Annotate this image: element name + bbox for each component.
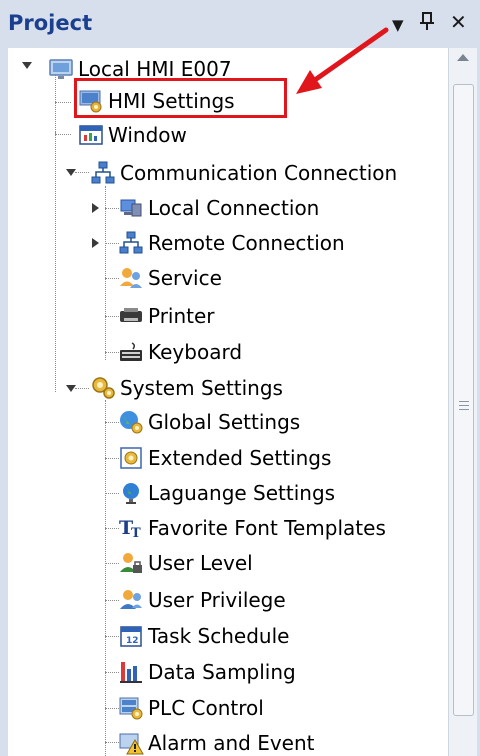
tree-node-label: Printer: [148, 304, 215, 328]
tree-node-label: Favorite Font Templates: [148, 516, 386, 540]
extended-settings-icon: [118, 445, 144, 471]
grip-icon: [459, 401, 469, 410]
tree-node-label: User Level: [148, 551, 253, 575]
svg-text:12: 12: [126, 636, 139, 646]
local-connection-icon: [118, 195, 144, 221]
tree-node-global-settings[interactable]: Global Settings: [118, 407, 300, 437]
tree-node-alarm-and-event[interactable]: Alarm and Event: [118, 728, 314, 756]
tree-node-label: Service: [148, 266, 222, 290]
tree-node-label: Data Sampling: [148, 660, 296, 684]
tree-node-language-settings[interactable]: Laguange Settings: [118, 478, 335, 508]
tree-node-plc-control[interactable]: PLC Control: [118, 693, 264, 723]
tree-node-label: User Privilege: [148, 588, 286, 612]
tree-node-label: Laguange Settings: [148, 481, 336, 505]
tree-node-user-level[interactable]: User Level: [118, 548, 253, 578]
network-icon: [90, 160, 116, 186]
tree-node-remote-connection[interactable]: Remote Connection: [118, 228, 345, 258]
tree-node-system-settings[interactable]: System Settings: [90, 373, 283, 403]
system-settings-icon: [90, 375, 116, 401]
dropdown-icon[interactable]: ▼: [392, 13, 404, 37]
tree-node-data-sampling[interactable]: Data Sampling: [118, 657, 296, 687]
tree-node-printer[interactable]: Printer: [118, 301, 215, 331]
tree-node-label: PLC Control: [148, 696, 264, 720]
tree-node-user-privilege[interactable]: User Privilege: [118, 585, 286, 615]
tree-node-label: Local Connection: [148, 196, 320, 220]
panel-header: Project ▼ ✕: [0, 0, 480, 48]
tree-node-favorite-font-templates[interactable]: TT Favorite Font Templates: [118, 513, 386, 543]
scroll-up-icon[interactable]: [457, 54, 469, 61]
tree-node-label: Window: [108, 123, 187, 147]
monitor-icon: [48, 56, 74, 82]
printer-icon: [118, 303, 144, 329]
tree-node-label: Communication Connection: [120, 161, 398, 185]
globe-gear-icon: [118, 409, 144, 435]
tree-node-label: Keyboard: [148, 340, 243, 364]
tree-node-service[interactable]: Service: [118, 263, 222, 293]
tree-node-extended-settings[interactable]: Extended Settings: [118, 443, 331, 473]
tree-node-label: Global Settings: [148, 410, 301, 434]
scrollbar-thumb[interactable]: [453, 84, 474, 716]
tree-node-communication-connection[interactable]: Communication Connection: [90, 158, 397, 188]
network-icon: [118, 230, 144, 256]
keyboard-icon: [118, 339, 144, 365]
tree-node-label: Remote Connection: [148, 231, 345, 255]
tree-node-local-connection[interactable]: Local Connection: [118, 193, 319, 223]
plc-control-icon: [118, 695, 144, 721]
tree-node-label: Extended Settings: [148, 446, 332, 470]
user-privilege-icon: [118, 587, 144, 613]
language-globe-icon: [118, 480, 144, 506]
project-tree: Local HMI E007 HMI Settings Window Commu…: [8, 48, 448, 756]
svg-text:T: T: [131, 526, 141, 541]
close-icon[interactable]: ✕: [450, 10, 467, 34]
window-icon: [78, 122, 104, 148]
user-level-icon: [118, 550, 144, 576]
expand-toggle-communication[interactable]: [66, 169, 76, 176]
alarm-icon: [118, 730, 144, 756]
project-panel: Project ▼ ✕ Local HMI E007 HMI Settings …: [0, 0, 480, 756]
tree-node-window[interactable]: Window: [78, 120, 187, 150]
panel-title: Project: [8, 11, 93, 35]
font-icon: TT: [118, 515, 144, 541]
expand-toggle-system-settings[interactable]: [66, 385, 76, 392]
expand-toggle-root[interactable]: [22, 62, 32, 69]
service-icon: [118, 265, 144, 291]
tree-node-label: Alarm and Event: [148, 731, 315, 755]
expand-toggle-remote-connection[interactable]: [92, 238, 99, 248]
pin-icon[interactable]: [420, 10, 434, 35]
bar-chart-icon: [118, 659, 144, 685]
tree-node-task-schedule[interactable]: 12 Task Schedule: [118, 621, 289, 651]
expand-toggle-local-connection[interactable]: [92, 203, 99, 213]
highlight-box: [74, 78, 287, 118]
tree-node-label: System Settings: [120, 376, 283, 400]
calendar-icon: 12: [118, 623, 144, 649]
tree-node-label: Task Schedule: [148, 624, 290, 648]
vertical-scrollbar[interactable]: [448, 48, 477, 756]
tree-node-keyboard[interactable]: Keyboard: [118, 337, 242, 367]
